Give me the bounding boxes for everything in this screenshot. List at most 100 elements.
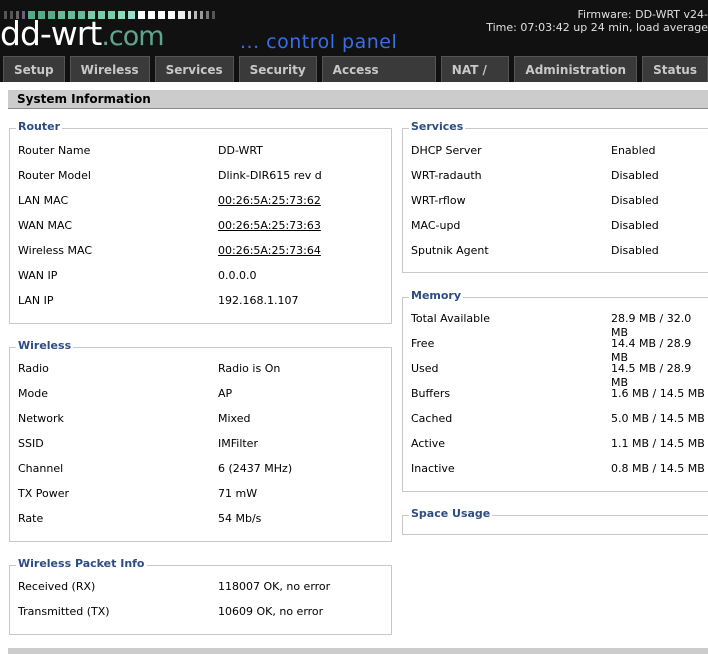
row-label: Mode (18, 387, 48, 400)
logo-bar (212, 11, 215, 19)
row-value: DD-WRT (218, 144, 263, 157)
tab-status[interactable]: Status (642, 56, 708, 82)
row-value: 0.0.0.0 (218, 269, 257, 282)
memory-row-cached: Cached 5.0 MB / 14.5 MB (403, 412, 708, 426)
row-label: Router Name (18, 144, 91, 157)
row-label: WAN MAC (18, 219, 73, 232)
uptime: Time: 07:03:42 up 24 min, load average (486, 21, 708, 34)
wireless-row-mode: Mode AP (10, 387, 391, 401)
logo-bar (188, 11, 191, 19)
services-fieldset: Services DHCP Server Enabled WRT-radauth D… (402, 120, 708, 273)
router-row-wireless-mac: Wireless MAC 00:26:5A:25:73:64 (10, 244, 391, 258)
router-row-wan-mac: WAN MAC 00:26:5A:25:73:63 (10, 219, 391, 233)
row-value: 5.0 MB / 14.5 MB (611, 412, 705, 425)
wireless-row-ssid: SSID IMFilter (10, 437, 391, 451)
memory-row-inactive: Inactive 0.8 MB / 14.5 MB (403, 462, 708, 476)
row-value: 14.4 MB / 28.9 MB (611, 337, 692, 364)
packet-info-fieldset: Wireless Packet Info Received (RX) 118007… (9, 557, 392, 635)
wan-mac-link[interactable]: 00:26:5A:25:73:63 (218, 219, 321, 233)
row-value: Dlink-DIR615 rev d (218, 169, 322, 182)
row-label: Transmitted (TX) (18, 605, 110, 618)
wireless-row-network: Network Mixed (10, 412, 391, 426)
row-label: LAN MAC (18, 194, 69, 207)
row-value: IMFilter (218, 437, 258, 450)
tab-wireless[interactable]: Wireless (69, 56, 150, 82)
tab-access-restrictions[interactable]: Access Restrictions (321, 56, 436, 103)
logo-bar (194, 11, 197, 19)
row-value: 0.8 MB / 14.5 MB (611, 462, 705, 475)
tab-administration[interactable]: Administration (514, 56, 638, 82)
row-value: 71 mW (218, 487, 258, 500)
logo-bar (168, 11, 175, 19)
memory-row-free: Free 14.4 MB / 28.9 MB (403, 337, 708, 364)
row-label: Received (RX) (18, 580, 96, 593)
row-value: Radio is On (218, 362, 281, 375)
router-row-name: Router Name DD-WRT (10, 144, 391, 158)
row-label: Rate (18, 512, 44, 525)
logo-tld: .com (101, 21, 164, 52)
row-label: Network (18, 412, 64, 425)
row-value: 28.9 MB / 32.0 MB (611, 312, 692, 339)
logo: dd-wrt.com (0, 14, 165, 57)
space-usage-fieldset: Space Usage (402, 507, 708, 535)
memory-legend: Memory (409, 289, 464, 303)
router-legend: Router (16, 120, 63, 134)
packet-info-legend: Wireless Packet Info (16, 557, 147, 571)
wireless-mac-link[interactable]: 00:26:5A:25:73:64 (218, 244, 321, 258)
tab-setup[interactable]: Setup (3, 56, 65, 82)
services-row-mac-upd: MAC-upd Disabled (403, 219, 708, 233)
packet-row-tx: Transmitted (TX) 10609 OK, no error (10, 605, 391, 619)
memory-row-total: Total Available 28.9 MB / 32.0 MB (403, 312, 708, 339)
row-value: 14.5 MB / 28.9 MB (611, 362, 692, 389)
wireless-legend: Wireless (16, 339, 74, 353)
row-value: 118007 OK, no error (218, 580, 331, 593)
row-label: LAN IP (18, 294, 54, 307)
wireless-row-channel: Channel 6 (2437 MHz) (10, 462, 391, 476)
row-label: TX Power (18, 487, 70, 500)
logo-bar (178, 11, 185, 19)
logo-bar (206, 11, 209, 19)
row-label: Inactive (411, 462, 455, 475)
row-value: 192.168.1.107 (218, 294, 299, 307)
tagline: ... control panel (240, 31, 398, 53)
row-label: MAC-upd (411, 219, 461, 232)
services-row-dhcp: DHCP Server Enabled (403, 144, 708, 158)
row-label: WRT-rflow (411, 194, 466, 207)
logo-bar (200, 11, 203, 19)
services-legend: Services (409, 120, 466, 134)
logo-main: dd-wrt (0, 14, 102, 53)
row-label: Channel (18, 462, 64, 475)
row-value: Disabled (611, 219, 659, 232)
section-header-system-information: System Information (8, 90, 708, 109)
tab-nat-qos[interactable]: NAT / QoS (440, 56, 510, 103)
row-label: Total Available (411, 312, 490, 325)
router-fieldset: Router Router Name DD-WRT Router Model Dli… (9, 120, 392, 324)
tab-security[interactable]: Security (238, 56, 317, 82)
row-value: 1.1 MB / 14.5 MB (611, 437, 705, 450)
services-row-radauth: WRT-radauth Disabled (403, 169, 708, 183)
header: dd-wrt.com ... control panel Firmware: D… (0, 0, 708, 103)
packet-row-rx: Received (RX) 118007 OK, no error (10, 580, 391, 594)
memory-fieldset: Memory Total Available 28.9 MB / 32.0 MB … (402, 289, 708, 492)
firmware-info: Firmware: DD-WRT v24- Time: 07:03:42 up … (486, 8, 708, 34)
tab-services[interactable]: Services (154, 56, 234, 82)
router-row-model: Router Model Dlink-DIR615 rev d (10, 169, 391, 183)
row-value: 10609 OK, no error (218, 605, 324, 618)
row-value: Enabled (611, 144, 656, 157)
row-label: Free (411, 337, 435, 350)
row-label: Sputnik Agent (411, 244, 489, 257)
row-value: Mixed (218, 412, 251, 425)
row-label: Cached (411, 412, 453, 425)
router-row-lan-ip: LAN IP 192.168.1.107 (10, 294, 391, 308)
row-label: Router Model (18, 169, 91, 182)
row-label: Used (411, 362, 439, 375)
space-usage-legend: Space Usage (409, 507, 493, 521)
row-label: DHCP Server (411, 144, 482, 157)
row-value: 1.6 MB / 14.5 MB (611, 387, 705, 400)
services-row-rflow: WRT-rflow Disabled (403, 194, 708, 208)
next-section-header (8, 648, 708, 654)
lan-mac-link[interactable]: 00:26:5A:25:73:62 (218, 194, 321, 208)
router-row-wan-ip: WAN IP 0.0.0.0 (10, 269, 391, 283)
row-label: Radio (18, 362, 49, 375)
row-label: Active (411, 437, 446, 450)
